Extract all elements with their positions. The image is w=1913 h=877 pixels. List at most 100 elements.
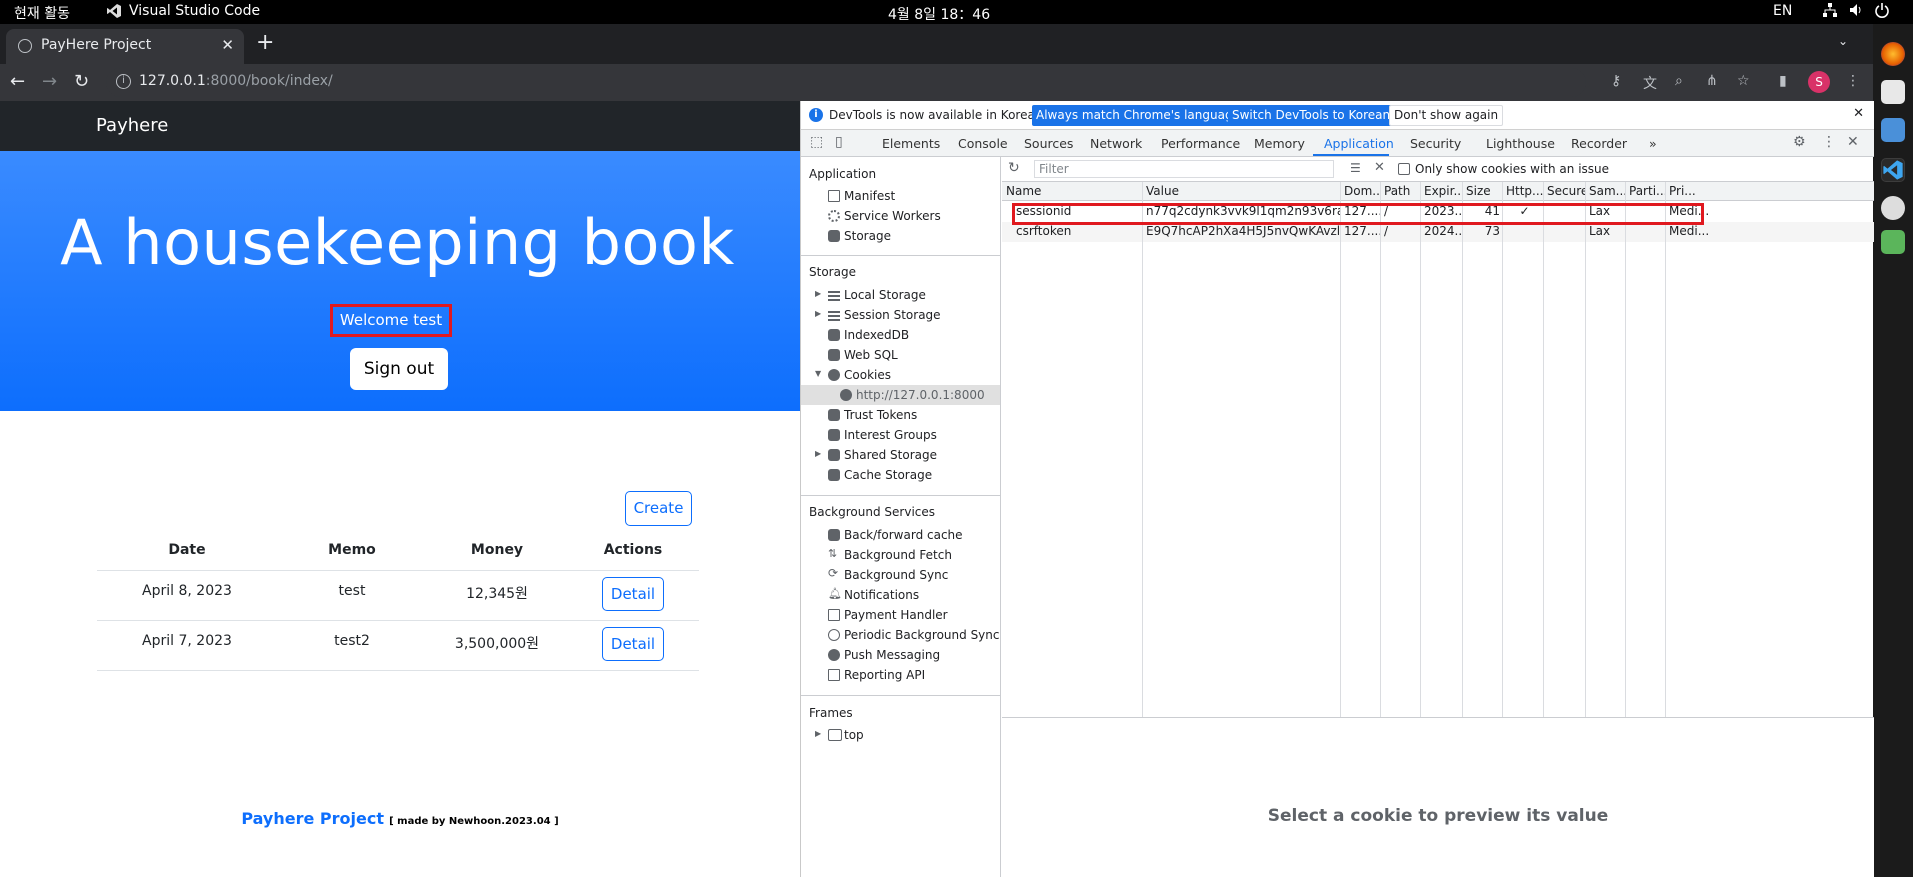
sidebar-item-manifest[interactable]: Manifest (801, 186, 1000, 206)
forward-icon[interactable]: → (42, 71, 57, 92)
sidebar-item-reporting-api[interactable]: Reporting API (801, 665, 1000, 685)
sidebar-item-session-storage[interactable]: ▶ Session Storage (801, 305, 1000, 325)
tab-application[interactable]: Application (1324, 136, 1394, 151)
tab-console[interactable]: Console (958, 136, 1008, 151)
clear-all-cookies-icon[interactable]: ✕ (1374, 160, 1385, 175)
sidebar-item-service-workers[interactable]: Service Workers (801, 206, 1000, 226)
text-editor-icon[interactable] (1881, 80, 1905, 104)
sidebar-item-local-storage[interactable]: ▶ Local Storage (801, 285, 1000, 305)
site-brand[interactable]: Payhere (96, 115, 168, 136)
sidebar-item-storage[interactable]: Storage (801, 226, 1000, 246)
col-httponly[interactable]: Http... (1502, 182, 1543, 201)
tab-elements[interactable]: Elements (882, 136, 940, 151)
reload-icon[interactable]: ↻ (74, 71, 89, 92)
switch-korean-button[interactable]: Switch DevTools to Korean (1228, 105, 1395, 126)
filter-input[interactable]: Filter (1034, 160, 1334, 178)
app-menu[interactable]: Visual Studio Code (106, 3, 260, 19)
close-devtools-icon[interactable]: ✕ (1847, 134, 1859, 150)
chrome-dock-icon[interactable] (1881, 196, 1905, 220)
site-info-icon[interactable]: i (116, 74, 131, 89)
tab-performance[interactable]: Performance (1161, 136, 1240, 151)
col-domain[interactable]: Dom... (1340, 182, 1380, 201)
bookmark-star-icon[interactable]: ☆ (1737, 73, 1750, 89)
tab-search-icon[interactable]: ⌄ (1838, 34, 1848, 48)
sign-out-button[interactable]: Sign out (350, 348, 448, 390)
activities-button[interactable]: 현재 활동 (14, 3, 70, 23)
footer-project-link[interactable]: Payhere Project (241, 809, 384, 828)
files-icon[interactable] (1881, 118, 1905, 142)
col-size[interactable]: Size (1462, 182, 1502, 201)
cookie-row[interactable]: csrftoken E9Q7hcAP2hXa4H5J5nvQwKAvzlKbK4… (1002, 222, 1874, 242)
col-name[interactable]: Name (1002, 182, 1142, 201)
side-panel-icon[interactable]: ▮ (1779, 73, 1787, 89)
browser-tab[interactable]: PayHere Project ✕ (6, 29, 244, 64)
sidebar-item-trust-tokens[interactable]: Trust Tokens (801, 405, 1000, 425)
clear-filtered-cookies-icon[interactable]: ☰ (1350, 161, 1361, 175)
refresh-icon[interactable]: ↻ (1008, 160, 1020, 176)
sidebar-item-shared-storage[interactable]: ▶ Shared Storage (801, 445, 1000, 465)
col-priority[interactable]: Pri... (1665, 182, 1715, 201)
expand-arrow-icon[interactable]: ▶ (815, 309, 821, 318)
translate-icon[interactable]: 文 (1643, 73, 1657, 93)
password-key-icon[interactable]: ⚷ (1611, 73, 1621, 89)
devtools-menu-icon[interactable]: ⋮ (1822, 134, 1836, 150)
create-button[interactable]: Create (625, 491, 692, 526)
expand-arrow-icon[interactable]: ▶ (815, 449, 821, 458)
tab-recorder[interactable]: Recorder (1571, 136, 1627, 151)
sidebar-item-cookie-origin[interactable]: http://127.0.0.1:8000 (801, 385, 1000, 405)
back-icon[interactable]: ← (10, 71, 25, 92)
sidebar-item-background-fetch[interactable]: ⇅ Background Fetch (801, 545, 1000, 565)
firefox-icon[interactable] (1881, 42, 1905, 66)
sidebar-item-web-sql[interactable]: Web SQL (801, 345, 1000, 365)
address-bar[interactable]: i 127.0.0.1:8000/book/index/ (106, 68, 1586, 97)
tab-memory[interactable]: Memory (1254, 136, 1305, 151)
sidebar-item-push-messaging[interactable]: Push Messaging (801, 645, 1000, 665)
input-language[interactable]: EN (1773, 3, 1792, 19)
chrome-menu-icon[interactable]: ⋮ (1846, 73, 1860, 89)
expand-arrow-icon[interactable]: ▶ (815, 729, 821, 738)
sidebar-item-cache-storage[interactable]: Cache Storage (801, 465, 1000, 485)
device-toolbar-icon[interactable]: ▯ (835, 134, 843, 150)
detail-button[interactable]: Detail (602, 627, 664, 661)
share-icon[interactable]: ⋔ (1706, 73, 1718, 89)
system-tray[interactable] (1822, 2, 1890, 18)
tab-security[interactable]: Security (1410, 136, 1461, 151)
dont-show-again-button[interactable]: Don't show again (1389, 105, 1504, 126)
vscode-dock-icon[interactable] (1881, 158, 1905, 182)
sidebar-item-payment-handler[interactable]: Payment Handler (801, 605, 1000, 625)
url-text[interactable]: 127.0.0.1:8000/book/index/ (139, 73, 333, 89)
detail-button[interactable]: Detail (602, 577, 664, 611)
clock[interactable]: 4월 8일 18：46 (888, 4, 990, 24)
col-partition[interactable]: Parti... (1625, 182, 1665, 201)
close-infobar-icon[interactable]: ✕ (1853, 106, 1864, 121)
more-tabs-icon[interactable]: » (1649, 136, 1657, 151)
profile-avatar[interactable]: S (1808, 71, 1830, 93)
inspect-element-icon[interactable]: ⬚ (810, 134, 823, 150)
col-samesite[interactable]: Sam... (1585, 182, 1625, 201)
sidebar-item-indexeddb[interactable]: IndexedDB (801, 325, 1000, 345)
sidebar-item-interest-groups[interactable]: Interest Groups (801, 425, 1000, 445)
sidebar-item-periodic-background-sync[interactable]: Periodic Background Sync (801, 625, 1000, 645)
sidebar-item-bfcache[interactable]: Back/forward cache (801, 525, 1000, 545)
tab-lighthouse[interactable]: Lighthouse (1486, 136, 1555, 151)
only-issue-checkbox[interactable] (1398, 163, 1410, 175)
expand-arrow-icon[interactable]: ▶ (815, 289, 821, 298)
trash-icon[interactable] (1881, 230, 1905, 254)
col-expires[interactable]: Expir... (1420, 182, 1462, 201)
col-secure[interactable]: Secure (1543, 182, 1585, 201)
tab-network[interactable]: Network (1090, 136, 1142, 151)
settings-gear-icon[interactable]: ⚙ (1793, 134, 1806, 150)
match-language-button[interactable]: Always match Chrome's language (1032, 105, 1244, 126)
close-tab-icon[interactable]: ✕ (221, 36, 234, 54)
col-value[interactable]: Value (1142, 182, 1340, 201)
sidebar-item-notifications[interactable]: 🔔︎ Notifications (801, 585, 1000, 605)
sidebar-item-background-sync[interactable]: ⟳ Background Sync (801, 565, 1000, 585)
tab-sources[interactable]: Sources (1024, 136, 1073, 151)
cookie-preview-pane: Select a cookie to preview its value (1002, 717, 1874, 877)
col-path[interactable]: Path (1380, 182, 1420, 201)
sidebar-item-frame-top[interactable]: ▶ top (801, 725, 1000, 745)
zoom-icon[interactable]: ⌕ (1675, 73, 1683, 89)
sidebar-item-cookies[interactable]: ▼ Cookies (801, 365, 1000, 385)
new-tab-button[interactable]: + (256, 30, 274, 55)
collapse-arrow-icon[interactable]: ▼ (815, 369, 821, 378)
